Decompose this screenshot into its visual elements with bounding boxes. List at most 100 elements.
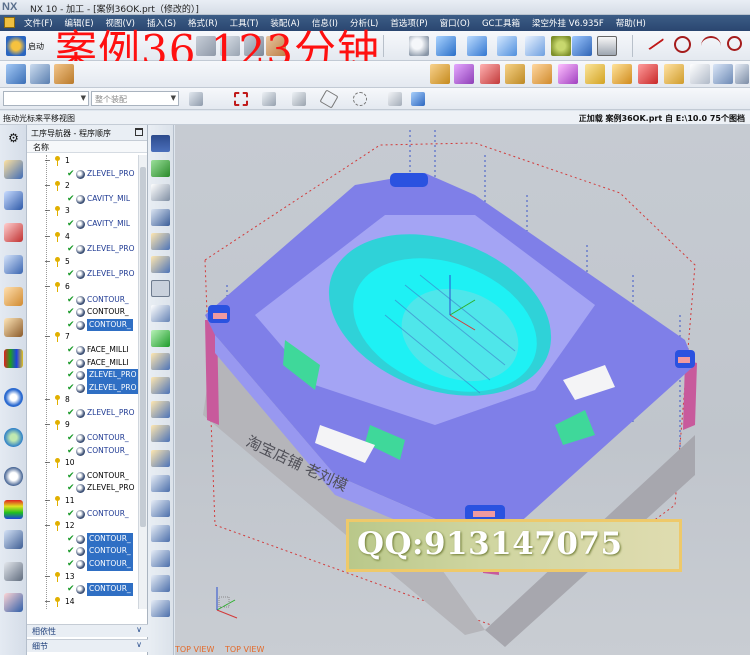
operation-row[interactable]: ✔ CONTOUR_	[27, 532, 138, 546]
check-icon[interactable]	[151, 330, 170, 347]
operation-row[interactable]: ✔ CONTOUR_	[27, 558, 138, 571]
operation-row[interactable]: ✔ ZLEVEL_PRO	[27, 482, 138, 495]
gear-icon[interactable]: ⚙	[4, 129, 23, 148]
program-group-row[interactable]: − 13	[27, 571, 138, 584]
menu-item[interactable]: GC工具箱	[476, 17, 526, 29]
operation-row[interactable]: ✔ CAVITY_MIL	[27, 218, 138, 231]
create-geometry-icon[interactable]	[54, 64, 74, 84]
sheet-icon[interactable]	[151, 525, 170, 542]
arc-icon[interactable]	[701, 36, 721, 56]
program-group-row[interactable]: − 12	[27, 520, 138, 533]
menu-item[interactable]: 梁空外挂 V6.935F	[526, 17, 610, 29]
wireframe-icon[interactable]	[497, 36, 517, 56]
snap-point-icon[interactable]	[234, 92, 248, 106]
program-group-row[interactable]: −2	[27, 180, 138, 193]
shaded-icon[interactable]	[467, 36, 487, 56]
shop-docs-icon[interactable]	[532, 64, 552, 84]
view-orient-icon[interactable]	[572, 36, 592, 56]
program-group-row[interactable]: −4	[27, 231, 138, 244]
mill-icon[interactable]	[151, 233, 170, 250]
menu-item[interactable]: 文件(F)	[18, 17, 59, 29]
collapse-icon[interactable]: −	[44, 495, 51, 508]
hexagon-icon[interactable]	[319, 89, 339, 109]
select-all-icon[interactable]	[189, 92, 203, 106]
tool-list-icon[interactable]	[612, 64, 632, 84]
geometry-view-icon[interactable]	[4, 223, 23, 242]
operation-row[interactable]: ✔ CONTOUR_	[27, 432, 138, 445]
operation-row[interactable]: ✔ ZLEVEL_PRO	[27, 168, 138, 181]
collapse-icon[interactable]: −	[44, 596, 51, 609]
collapse-icon[interactable]: −	[44, 394, 51, 407]
operation-row[interactable]: ✔ CONTOUR_	[27, 470, 138, 483]
dependencies-panel[interactable]: 相依性 ∨	[27, 624, 148, 637]
name-icon[interactable]	[151, 600, 170, 617]
clsf-icon[interactable]	[585, 64, 605, 84]
material-icon[interactable]	[551, 36, 571, 56]
zoom-icon[interactable]	[409, 36, 429, 56]
point-circle-icon[interactable]	[727, 36, 742, 51]
book-open-icon[interactable]	[151, 184, 170, 201]
start-icon[interactable]	[6, 36, 26, 56]
menu-item[interactable]: 窗口(O)	[434, 17, 476, 29]
verify-path-icon[interactable]	[480, 64, 500, 84]
move-icon[interactable]	[151, 280, 170, 297]
assembly-scope-combo[interactable]: 整个装配 ▼	[91, 91, 179, 106]
collapse-icon[interactable]: −	[44, 180, 51, 193]
path-icon[interactable]	[151, 377, 170, 394]
library-icon[interactable]	[690, 64, 710, 84]
collapse-icon[interactable]: −	[44, 457, 51, 470]
drafting-icon[interactable]	[4, 593, 23, 612]
method-view-icon[interactable]	[4, 255, 23, 274]
type-filter-combo[interactable]: ▼	[3, 91, 89, 106]
machine-tool-icon[interactable]	[4, 191, 23, 210]
program-group-row[interactable]: −3	[27, 205, 138, 218]
create-tool-icon[interactable]	[30, 64, 50, 84]
program-group-row[interactable]: − 10	[27, 457, 138, 470]
program-group-row[interactable]: −7	[27, 331, 138, 344]
more-icon[interactable]	[735, 64, 749, 84]
feeds-icon[interactable]	[151, 450, 170, 467]
part-navigator-icon[interactable]	[4, 287, 23, 306]
operation-row[interactable]: ✔ CONTOUR_	[27, 583, 138, 596]
operation-row[interactable]: ✔ FACE_MILLI	[27, 344, 138, 357]
tool-icon[interactable]	[4, 530, 23, 549]
operation-row[interactable]: ✔ CONTOUR_	[27, 508, 138, 521]
export-icon[interactable]	[151, 550, 170, 567]
operation-row[interactable]: ✔ CONTOUR_	[27, 318, 138, 332]
operation-row[interactable]: ✔ ZLEVEL_PRO	[27, 381, 138, 395]
create-program-icon[interactable]	[6, 64, 26, 84]
rename-icon[interactable]	[151, 305, 170, 322]
operation-row[interactable]: ✔ CONTOUR_	[27, 545, 138, 558]
collapse-icon[interactable]: −	[44, 256, 51, 269]
scroll-thumb[interactable]	[140, 167, 146, 527]
program-group-row[interactable]: −8	[27, 394, 138, 407]
fit-view-icon[interactable]	[436, 36, 456, 56]
operation-row[interactable]: ✔ ZLEVEL_PRO	[27, 369, 138, 382]
cube-icon[interactable]	[411, 92, 425, 106]
reuse-library-icon[interactable]	[4, 318, 23, 337]
collapse-icon[interactable]: −	[44, 331, 51, 344]
program-group-row[interactable]: −6	[27, 281, 138, 294]
details-panel[interactable]: 细节 ∨	[27, 639, 148, 652]
snap-mid-icon[interactable]	[292, 92, 306, 106]
program-group-row[interactable]: −5	[27, 256, 138, 269]
operation-row[interactable]: ✔ CONTOUR_	[27, 294, 138, 307]
collapse-icon[interactable]: −	[44, 231, 51, 244]
program-group-row[interactable]: − 14	[27, 596, 138, 609]
operation-row[interactable]: ✔ CAVITY_MIL	[27, 193, 138, 206]
transform-icon[interactable]	[151, 401, 170, 418]
book-icon[interactable]	[713, 64, 733, 84]
collapse-icon[interactable]: −	[44, 281, 51, 294]
program-group-row[interactable]: −9	[27, 419, 138, 432]
feature-icon[interactable]	[664, 64, 684, 84]
maximize-icon[interactable]	[135, 128, 143, 136]
palette-icon[interactable]	[4, 500, 23, 519]
web-browser-icon[interactable]	[4, 428, 23, 447]
operation-navigator-icon[interactable]	[4, 160, 23, 179]
start-label[interactable]: 启动	[28, 41, 44, 52]
menu-item[interactable]: 帮助(H)	[610, 17, 652, 29]
menu-item[interactable]: 首选项(P)	[384, 17, 433, 29]
hidden-edges-icon[interactable]	[525, 36, 545, 56]
arrow-down-icon[interactable]	[151, 135, 170, 152]
post-process-icon[interactable]	[505, 64, 525, 84]
